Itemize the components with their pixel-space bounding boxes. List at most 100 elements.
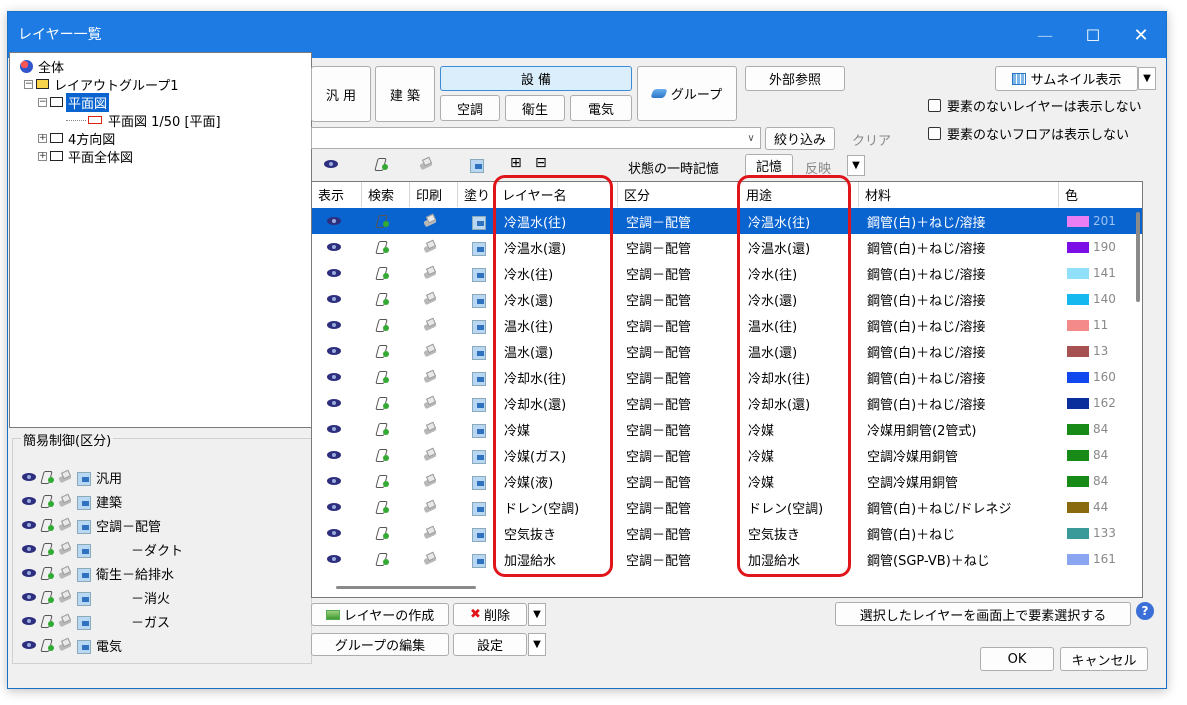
table-row[interactable]: 冷水(往) 空調－配管 冷水(往) 鋼管(白)＋ねじ/溶接 141 <box>312 260 1142 286</box>
eye-icon[interactable] <box>326 240 342 254</box>
print-icon[interactable] <box>57 518 73 532</box>
eye-icon[interactable] <box>21 542 37 556</box>
header-print[interactable]: 印刷 <box>410 182 458 207</box>
fill-icon[interactable] <box>75 638 91 654</box>
cancel-button[interactable]: キャンセル <box>1060 647 1148 671</box>
horizontal-scrollbar[interactable] <box>336 586 476 589</box>
delete-button[interactable]: ✖ 削除 <box>453 603 527 626</box>
search-pin-icon[interactable] <box>374 552 390 566</box>
fill-icon[interactable] <box>470 474 486 490</box>
table-row[interactable]: 冷媒(液) 空調－配管 冷媒 空調冷媒用銅管 84 <box>312 468 1142 494</box>
eye-icon[interactable] <box>326 474 342 488</box>
print-icon[interactable] <box>422 526 438 540</box>
eye-icon[interactable] <box>21 638 37 652</box>
eye-icon[interactable] <box>326 396 342 410</box>
edit-group-button[interactable]: グループの編集 <box>311 633 449 656</box>
fill-icon[interactable] <box>470 266 486 282</box>
settings-button[interactable]: 設定 <box>453 633 527 656</box>
color-cell[interactable]: 13 <box>1061 338 1141 364</box>
electric-button[interactable]: 電気 <box>570 95 632 121</box>
print-icon[interactable] <box>422 344 438 358</box>
color-cell[interactable]: 11 <box>1061 312 1141 338</box>
eye-icon[interactable] <box>326 344 342 358</box>
fill-icon[interactable] <box>470 240 486 256</box>
table-row[interactable]: 温水(往) 空調－配管 温水(往) 鋼管(白)＋ねじ/溶接 11 <box>312 312 1142 338</box>
print-icon[interactable] <box>418 157 434 171</box>
search-pin-icon[interactable] <box>374 214 390 228</box>
search-pin-icon[interactable] <box>374 240 390 254</box>
print-icon[interactable] <box>422 474 438 488</box>
select-on-screen-button[interactable]: 選択したレイヤーを画面上で要素選択する <box>835 602 1131 626</box>
fill-icon[interactable] <box>470 526 486 542</box>
eye-icon[interactable] <box>323 157 339 171</box>
header-material[interactable]: 材料 <box>859 182 1059 207</box>
tree-node-layout-group[interactable]: − レイアウトグループ1 <box>24 75 181 94</box>
tree-node-all[interactable]: 全体 <box>20 57 66 76</box>
search-pin-icon[interactable] <box>374 500 390 514</box>
fill-icon[interactable] <box>470 370 486 386</box>
help-icon[interactable]: ? <box>1136 602 1154 620</box>
fill-icon[interactable] <box>75 494 91 510</box>
maximize-button[interactable]: ☐ <box>1070 12 1116 58</box>
expand-icon[interactable]: + <box>38 133 47 143</box>
eye-icon[interactable] <box>326 500 342 514</box>
search-pin-icon[interactable] <box>39 590 55 604</box>
filter-combobox[interactable]: ∨ <box>311 127 761 149</box>
search-pin-icon[interactable] <box>39 566 55 580</box>
print-icon[interactable] <box>422 500 438 514</box>
header-color[interactable]: 色 <box>1059 182 1142 207</box>
print-icon[interactable] <box>422 552 438 566</box>
fill-icon[interactable] <box>75 518 91 534</box>
settings-dropdown[interactable]: ▼ <box>528 633 546 656</box>
fill-icon[interactable] <box>470 318 486 334</box>
print-icon[interactable] <box>422 240 438 254</box>
header-category[interactable]: 区分 <box>618 182 740 207</box>
print-icon[interactable] <box>422 422 438 436</box>
search-pin-icon[interactable] <box>39 542 55 556</box>
eye-icon[interactable] <box>326 214 342 228</box>
tree-node-plan[interactable]: − 平面図 <box>38 92 110 112</box>
print-icon[interactable] <box>57 542 73 556</box>
header-search[interactable]: 検索 <box>362 182 410 207</box>
clear-button[interactable]: クリア <box>852 130 891 149</box>
color-cell[interactable]: 161 <box>1061 546 1141 572</box>
collapse-all-button[interactable]: ⊟ <box>535 155 547 171</box>
group-button[interactable]: グループ <box>637 66 737 121</box>
table-row[interactable]: 冷却水(還) 空調－配管 冷却水(還) 鋼管(白)＋ねじ/溶接 162 <box>312 390 1142 416</box>
search-pin-icon[interactable] <box>39 470 55 484</box>
print-icon[interactable] <box>57 494 73 508</box>
fill-icon[interactable] <box>470 552 486 568</box>
fill-icon[interactable] <box>470 448 486 464</box>
table-row[interactable]: 冷温水(還) 空調－配管 冷温水(還) 鋼管(白)＋ねじ/溶接 190 <box>312 234 1142 260</box>
checkbox-box[interactable] <box>928 99 941 112</box>
eye-icon[interactable] <box>21 518 37 532</box>
search-pin-icon[interactable] <box>374 318 390 332</box>
color-cell[interactable]: 84 <box>1061 468 1141 494</box>
color-cell[interactable]: 133 <box>1061 520 1141 546</box>
search-pin-icon[interactable] <box>374 396 390 410</box>
fill-icon[interactable] <box>470 214 486 230</box>
eye-icon[interactable] <box>326 292 342 306</box>
print-icon[interactable] <box>422 448 438 462</box>
expand-all-button[interactable]: ⊞ <box>510 155 522 171</box>
search-pin-icon[interactable] <box>374 422 390 436</box>
search-pin-icon[interactable] <box>374 474 390 488</box>
header-display[interactable]: 表示 <box>312 182 362 207</box>
fill-icon[interactable] <box>75 590 91 606</box>
eye-icon[interactable] <box>326 526 342 540</box>
close-button[interactable]: ✕ <box>1118 12 1164 58</box>
layout-tree[interactable]: 全体 − レイアウトグループ1 − 平面図 平面図 1/50 [平面] + 4方… <box>9 52 312 428</box>
fill-icon[interactable] <box>470 344 486 360</box>
color-cell[interactable]: 162 <box>1061 390 1141 416</box>
architecture-button[interactable]: 建 築 <box>375 66 435 122</box>
print-icon[interactable] <box>57 470 73 484</box>
color-cell[interactable]: 84 <box>1061 416 1141 442</box>
table-row[interactable]: 冷却水(往) 空調－配管 冷却水(往) 鋼管(白)＋ねじ/溶接 160 <box>312 364 1142 390</box>
general-button[interactable]: 汎 用 <box>311 66 371 122</box>
table-row[interactable]: 冷媒 空調－配管 冷媒 冷媒用銅管(2管式) 84 <box>312 416 1142 442</box>
search-pin-icon[interactable] <box>39 494 55 508</box>
ok-button[interactable]: OK <box>980 647 1054 671</box>
search-pin-icon[interactable] <box>39 518 55 532</box>
search-pin-icon[interactable] <box>374 526 390 540</box>
delete-dropdown[interactable]: ▼ <box>528 603 546 626</box>
